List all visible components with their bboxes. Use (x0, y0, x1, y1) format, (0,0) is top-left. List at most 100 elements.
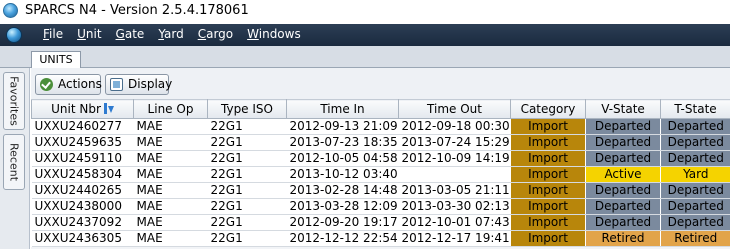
menu-item-yard[interactable]: Yard (158, 27, 183, 41)
menu-item-file[interactable]: File (43, 27, 63, 41)
menu-item-mnemonic: U (77, 27, 86, 41)
menu-item-label: ile (49, 27, 64, 41)
column-header-v-state[interactable]: V-State (585, 99, 661, 119)
column-header-t-state[interactable]: T-State (660, 99, 730, 119)
menu-item-label: indows (258, 27, 301, 41)
cell-t-state: Departed (660, 198, 730, 215)
cell-v-state: Departed (585, 134, 661, 151)
cell-category: Import (510, 230, 586, 247)
cell-type-iso: 22G1 (207, 134, 287, 151)
cell-unit-nbr: UXXU2440265 (31, 182, 134, 199)
display-icon (110, 78, 123, 91)
menu-item-cargo[interactable]: Cargo (198, 27, 233, 41)
cell-line-op: MAE (133, 166, 208, 183)
cell-unit-nbr: UXXU2438000 (31, 198, 134, 215)
cell-v-state: Departed (585, 150, 661, 167)
toolbar: Actions Display (31, 68, 730, 99)
display-button[interactable]: Display (105, 74, 173, 95)
cell-category: Import (510, 198, 586, 215)
sidebar-tab-favorites[interactable]: Favorites (3, 72, 25, 130)
cell-type-iso: 22G1 (207, 150, 287, 167)
column-header-type-iso[interactable]: Type ISO (207, 99, 287, 119)
cell-time-in: 2012-10-05 04:58 (286, 150, 399, 167)
units-table: Unit Nbr Line Op Type ISO Time In Time O… (31, 99, 730, 247)
cell-line-op: MAE (133, 198, 208, 215)
cell-time-out: 2012-10-09 14:19 (398, 150, 511, 167)
globe-icon[interactable] (6, 27, 22, 43)
cell-v-state: Departed (585, 118, 661, 135)
column-header-category[interactable]: Category (510, 99, 586, 119)
cell-line-op: MAE (133, 182, 208, 199)
display-button-label: Display (128, 77, 173, 91)
menu-item-mnemonic: W (247, 27, 259, 41)
cell-t-state: Retired (660, 230, 730, 247)
menu-items: File Unit Gate Yard Cargo Windows (43, 27, 315, 41)
cell-time-out: 2013-07-24 15:29 (398, 134, 511, 151)
cell-type-iso: 22G1 (207, 214, 287, 231)
table-row[interactable]: UXXU2440265 MAE 22G1 2013-02-28 14:48 2013-0… (31, 182, 730, 199)
table-row[interactable]: UXXU2460277 MAE 22G1 2012-09-13 21:09 2012-0… (31, 118, 730, 135)
cell-unit-nbr: UXXU2459110 (31, 150, 134, 167)
cell-time-in: 2012-12-12 22:54 (286, 230, 399, 247)
cell-v-state: Departed (585, 214, 661, 231)
cell-line-op: MAE (133, 134, 208, 151)
sidebar: Favorites Recent (0, 68, 30, 249)
table-row[interactable]: UXXU2437092 MAE 22G1 2012-09-20 19:17 2012-1… (31, 214, 730, 231)
cell-time-out (398, 166, 511, 183)
sidebar-tab-recent-label: Recent (7, 142, 21, 182)
cell-t-state: Departed (660, 150, 730, 167)
column-header-time-in[interactable]: Time In (286, 99, 399, 119)
table-row[interactable]: UXXU2458304 MAE 22G1 2013-10-12 03:40 Import… (31, 166, 730, 183)
actions-button[interactable]: Actions (35, 74, 102, 95)
menu-item-mnemonic: C (197, 27, 207, 41)
cell-time-in: 2013-02-28 14:48 (286, 182, 399, 199)
cell-time-in: 2013-10-12 03:40 (286, 166, 399, 183)
cell-type-iso: 22G1 (207, 198, 287, 215)
checkmark-icon (40, 78, 53, 91)
cell-type-iso: 22G1 (207, 182, 287, 199)
cell-line-op: MAE (133, 150, 208, 167)
cell-category: Import (510, 134, 586, 151)
sidebar-tab-recent[interactable]: Recent (3, 134, 25, 190)
title-bar: SPARCS N4 - Version 2.5.4.178061 (0, 0, 730, 24)
menu-item-gate[interactable]: Gate (116, 27, 145, 41)
menu-item-label: ard (164, 27, 184, 41)
cell-time-out: 2013-03-05 21:11 (398, 182, 511, 199)
cell-time-in: 2012-09-20 19:17 (286, 214, 399, 231)
cell-v-state: Active (585, 166, 661, 183)
cell-unit-nbr: UXXU2436305 (31, 230, 134, 247)
cell-line-op: MAE (133, 214, 208, 231)
cell-v-state: Departed (585, 182, 661, 199)
cell-time-out: 2013-03-30 02:13 (398, 198, 511, 215)
cell-t-state: Departed (660, 134, 730, 151)
cell-time-out: 2012-09-18 00:30 (398, 118, 511, 135)
column-header-time-out[interactable]: Time Out (398, 99, 511, 119)
cell-v-state: Retired (585, 230, 661, 247)
tab-units[interactable]: UNITS (31, 51, 81, 69)
column-header-unit-nbr-label: Unit Nbr (51, 102, 101, 116)
cell-type-iso: 22G1 (207, 166, 287, 183)
actions-button-label: Actions (58, 77, 102, 91)
units-panel: Actions Display Unit Nbr Line Op Type IS… (31, 68, 730, 249)
window-title: SPARCS N4 - Version 2.5.4.178061 (25, 3, 249, 18)
cell-category: Import (510, 118, 586, 135)
cell-unit-nbr: UXXU2437092 (31, 214, 134, 231)
menu-item-unit[interactable]: Unit (77, 27, 101, 41)
cell-t-state: Departed (660, 214, 730, 231)
column-header-line-op[interactable]: Line Op (133, 99, 208, 119)
menu-item-mnemonic: G (115, 27, 125, 41)
column-header-unit-nbr[interactable]: Unit Nbr (31, 99, 134, 119)
cell-type-iso: 22G1 (207, 230, 287, 247)
table-row[interactable]: UXXU2436305 MAE 22G1 2012-12-12 22:54 2012-1… (31, 230, 730, 247)
cell-v-state: Departed (585, 198, 661, 215)
table-row[interactable]: UXXU2459635 MAE 22G1 2013-07-23 18:35 2013-0… (31, 134, 730, 151)
table-row[interactable]: UXXU2438000 MAE 22G1 2013-03-28 12:09 2013-0… (31, 198, 730, 215)
cell-type-iso: 22G1 (207, 118, 287, 135)
table-row[interactable]: UXXU2459110 MAE 22G1 2012-10-05 04:58 2012-1… (31, 150, 730, 167)
cell-time-out: 2012-10-01 07:43 (398, 214, 511, 231)
menu-item-label: nit (85, 27, 102, 41)
cell-line-op: MAE (133, 118, 208, 135)
app-logo-icon (3, 3, 18, 18)
cell-t-state: Departed (660, 118, 730, 135)
menu-item-windows[interactable]: Windows (247, 27, 301, 41)
